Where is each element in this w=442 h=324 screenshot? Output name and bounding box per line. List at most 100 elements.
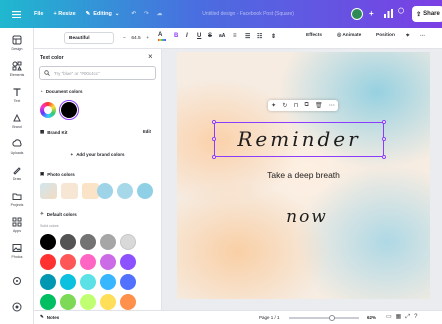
- rail-item-elements[interactable]: Elements: [0, 56, 34, 82]
- rail-item-text[interactable]: Text: [0, 82, 34, 108]
- more-options-icon[interactable]: ⋯: [420, 33, 425, 39]
- rail-item-design[interactable]: Design: [0, 30, 34, 56]
- numbered-list-icon[interactable]: ☷: [257, 33, 262, 40]
- list-icon[interactable]: ☰: [245, 33, 250, 40]
- default-color-swatch[interactable]: [100, 294, 116, 310]
- more-icon[interactable]: ⋯: [329, 102, 335, 109]
- cloud-save-icon[interactable]: ☁: [157, 11, 163, 17]
- increase-size-icon[interactable]: +: [146, 36, 149, 41]
- brand-kit-edit-link[interactable]: Edit: [143, 129, 151, 134]
- default-color-swatch[interactable]: [60, 274, 76, 290]
- photo-color-swatch[interactable]: [117, 183, 133, 199]
- photo-thumb[interactable]: [40, 183, 57, 199]
- default-color-swatch[interactable]: [100, 254, 116, 270]
- rail-label: Text: [13, 99, 21, 103]
- fullscreen-icon[interactable]: ⤢: [405, 314, 414, 320]
- zoom-slider-knob[interactable]: [329, 314, 336, 321]
- default-color-swatch[interactable]: [80, 254, 96, 270]
- add-brand-colors-button[interactable]: + Add your brand colors: [39, 147, 156, 161]
- rail-item-apps[interactable]: Apps: [0, 212, 34, 238]
- lock-icon[interactable]: ⊓: [294, 102, 299, 109]
- analytics-icon[interactable]: [384, 9, 393, 18]
- photo-color-swatch[interactable]: [137, 183, 153, 199]
- headline-text[interactable]: Reminder: [214, 122, 384, 157]
- pages-icon[interactable]: ▭: [386, 314, 396, 320]
- position-button[interactable]: Position: [376, 33, 395, 38]
- strikethrough-icon[interactable]: S: [208, 33, 212, 39]
- rotate-icon[interactable]: ↻: [282, 102, 287, 109]
- subtitle-text[interactable]: Take a deep breath: [177, 170, 430, 180]
- magic-icon[interactable]: ✦: [271, 102, 276, 109]
- align-icon[interactable]: ≡: [233, 33, 237, 39]
- animate-button[interactable]: ◎ Animate: [337, 33, 361, 38]
- italic-icon[interactable]: I: [186, 33, 188, 39]
- rail-item-uploads[interactable]: Uploads: [0, 134, 34, 160]
- decrease-size-icon[interactable]: −: [123, 36, 126, 41]
- zoom-value[interactable]: 62%: [367, 315, 376, 320]
- default-color-swatch[interactable]: [120, 254, 136, 270]
- default-color-swatch[interactable]: [40, 234, 56, 250]
- zoom-slider[interactable]: [289, 314, 359, 321]
- menu-icon[interactable]: [8, 8, 24, 20]
- editing-mode-button[interactable]: ✎ Editing ⌄: [86, 11, 120, 17]
- underline-icon[interactable]: U: [197, 33, 201, 39]
- rail-label: Design: [11, 47, 23, 51]
- closing-text[interactable]: now: [262, 202, 352, 232]
- default-color-swatch[interactable]: [40, 254, 56, 270]
- design-title[interactable]: Untitled design - Facebook Post (Square): [202, 11, 294, 17]
- add-color-swatch[interactable]: [40, 102, 56, 118]
- notes-button[interactable]: ✎ Notes: [40, 314, 59, 320]
- help-icon[interactable]: ?: [414, 314, 421, 320]
- photo-thumb[interactable]: [61, 183, 78, 199]
- default-color-swatch[interactable]: [80, 294, 96, 310]
- spacing-icon[interactable]: ⇕: [271, 33, 276, 40]
- rail-item-projects[interactable]: Projects: [0, 186, 34, 212]
- effects-button[interactable]: Effects: [306, 33, 322, 38]
- photo-icon: ▣: [40, 171, 45, 176]
- add-collaborator-icon[interactable]: +: [369, 9, 374, 18]
- default-color-swatch[interactable]: [80, 274, 96, 290]
- redo-button[interactable]: ↷: [144, 11, 149, 17]
- color-search[interactable]: [39, 66, 156, 80]
- duplicate-icon[interactable]: ⧉: [305, 102, 309, 109]
- font-size-value: 64.5: [131, 35, 141, 41]
- rail-item-help[interactable]: [0, 294, 34, 320]
- default-color-swatch[interactable]: [40, 274, 56, 290]
- default-color-swatch[interactable]: [80, 234, 96, 250]
- close-icon[interactable]: ×: [148, 52, 153, 61]
- avatar[interactable]: [351, 8, 363, 20]
- rail-item-brand[interactable]: Brand: [0, 108, 34, 134]
- rail-item-draw[interactable]: Draw: [0, 160, 34, 186]
- default-color-swatch[interactable]: [60, 294, 76, 310]
- default-color-swatch[interactable]: [120, 294, 136, 310]
- text-color-button[interactable]: A: [158, 31, 166, 41]
- color-search-input[interactable]: [54, 70, 149, 76]
- delete-icon[interactable]: 🗑: [315, 102, 323, 109]
- default-color-swatch[interactable]: [60, 234, 76, 250]
- comment-icon[interactable]: ◯: [398, 8, 404, 14]
- default-colors-label: Default colors: [46, 211, 77, 217]
- bold-icon[interactable]: B: [174, 33, 178, 39]
- grid-view-icon[interactable]: ▦: [396, 314, 406, 320]
- copy-style-icon[interactable]: ⌖: [406, 33, 409, 40]
- resize-button[interactable]: + Resize: [53, 11, 75, 17]
- undo-button[interactable]: ↶: [132, 11, 137, 17]
- default-color-swatch[interactable]: [120, 234, 136, 250]
- rail-item-photos[interactable]: Photos: [0, 238, 34, 264]
- case-icon[interactable]: aA: [219, 33, 225, 39]
- default-color-swatch[interactable]: [60, 254, 76, 270]
- document-color-swatch[interactable]: [59, 100, 79, 120]
- share-button[interactable]: ⇪ Share: [412, 6, 442, 22]
- file-menu[interactable]: File: [34, 11, 43, 17]
- default-color-swatch[interactable]: [120, 274, 136, 290]
- rail-item-more[interactable]: [0, 268, 34, 294]
- page-indicator[interactable]: Page 1 / 1: [259, 315, 280, 320]
- photo-color-swatch[interactable]: [97, 183, 113, 199]
- font-size-stepper[interactable]: − 64.5 +: [121, 32, 151, 44]
- font-family-select[interactable]: Beautiful: [64, 32, 114, 44]
- default-color-swatch[interactable]: [100, 234, 116, 250]
- default-color-swatch[interactable]: [100, 274, 116, 290]
- default-color-swatch[interactable]: [40, 294, 56, 310]
- design-page[interactable]: ✦ ↻ ⊓ ⧉ 🗑 ⋯ Reminder Take a deep breath …: [177, 52, 430, 299]
- rail-label: Uploads: [10, 151, 24, 155]
